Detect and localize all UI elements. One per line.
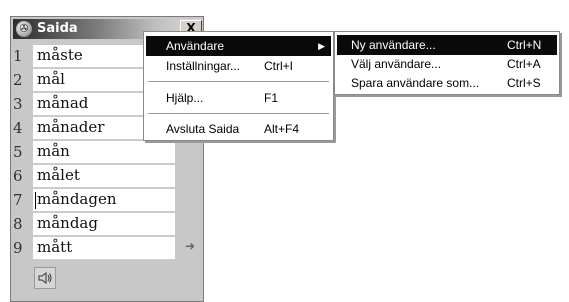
list-item[interactable]: 8 måndag — [11, 213, 181, 237]
menu-item-installningar[interactable]: Inställningar... Ctrl+I — [146, 56, 331, 76]
list-item[interactable]: 5 mån — [11, 141, 181, 165]
menu-item-label: Inställningar... — [166, 59, 241, 73]
saida-app-icon[interactable]: ✇ — [16, 21, 32, 37]
user-submenu: Ny användare... Ctrl+N Välj användare...… — [334, 31, 560, 95]
menu-item-shortcut: Ctrl+S — [507, 76, 541, 90]
list-item[interactable]: 9 mått — [11, 237, 181, 261]
menu-item-ny-anvandare[interactable]: Ny användare... Ctrl+N — [337, 35, 557, 55]
menu-item-shortcut: Alt+F4 — [264, 122, 300, 136]
list-item[interactable]: 6 målet — [11, 165, 181, 189]
item-number: 5 — [13, 143, 23, 161]
menu-item-label: Avsluta Saida — [166, 122, 240, 136]
menu-item-label: Välj användare... — [351, 57, 442, 71]
menu-item-avsluta[interactable]: Avsluta Saida Alt+F4 — [146, 119, 331, 139]
item-word[interactable]: måste — [37, 46, 83, 64]
arrow-right-icon[interactable]: ➜ — [185, 239, 195, 253]
item-word[interactable]: mått — [37, 238, 72, 256]
item-number: 8 — [13, 215, 23, 233]
item-word[interactable]: mål — [37, 70, 65, 88]
menu-item-anvandare[interactable]: Användare ▶ — [146, 36, 331, 56]
main-menu: Användare ▶ Inställningar... Ctrl+I Hjäl… — [143, 31, 334, 141]
menu-item-shortcut: Ctrl+A — [507, 57, 541, 71]
menu-item-shortcut: F1 — [264, 91, 279, 105]
menu-item-label: Ny användare... — [351, 38, 436, 52]
item-word[interactable]: månad — [37, 94, 88, 112]
item-number: 4 — [13, 119, 23, 137]
speaker-icon — [38, 272, 52, 284]
menu-separator — [148, 113, 329, 115]
item-number: 7 — [13, 191, 23, 209]
submenu-arrow-icon: ▶ — [318, 41, 325, 51]
item-word[interactable]: måndag — [37, 214, 98, 232]
menu-item-valj-anvandare[interactable]: Välj användare... Ctrl+A — [337, 54, 557, 74]
item-number: 9 — [13, 239, 23, 257]
menu-item-spara-anvandare[interactable]: Spara användare som... Ctrl+S — [337, 73, 557, 93]
item-number: 3 — [13, 95, 23, 113]
menu-item-label: Användare — [166, 39, 225, 53]
menu-item-label: Spara användare som... — [351, 76, 480, 90]
menu-separator — [148, 81, 329, 83]
item-word[interactable]: månader — [37, 118, 104, 136]
item-word[interactable]: mån — [37, 142, 70, 160]
menu-item-shortcut: Ctrl+I — [264, 59, 294, 73]
menu-item-label: Hjälp... — [166, 91, 204, 105]
item-word[interactable]: målet — [37, 166, 80, 184]
item-number: 2 — [13, 71, 23, 89]
text-caret — [35, 192, 36, 209]
list-item[interactable]: 7 måndagen — [11, 189, 181, 213]
speaker-button[interactable] — [34, 267, 56, 289]
window-title: Saida — [37, 21, 78, 36]
menu-item-hjalp[interactable]: Hjälp... F1 — [146, 88, 331, 108]
menu-item-shortcut: Ctrl+N — [507, 38, 542, 52]
item-number: 6 — [13, 167, 23, 185]
item-number: 1 — [13, 47, 23, 65]
item-word[interactable]: måndagen — [37, 190, 117, 208]
